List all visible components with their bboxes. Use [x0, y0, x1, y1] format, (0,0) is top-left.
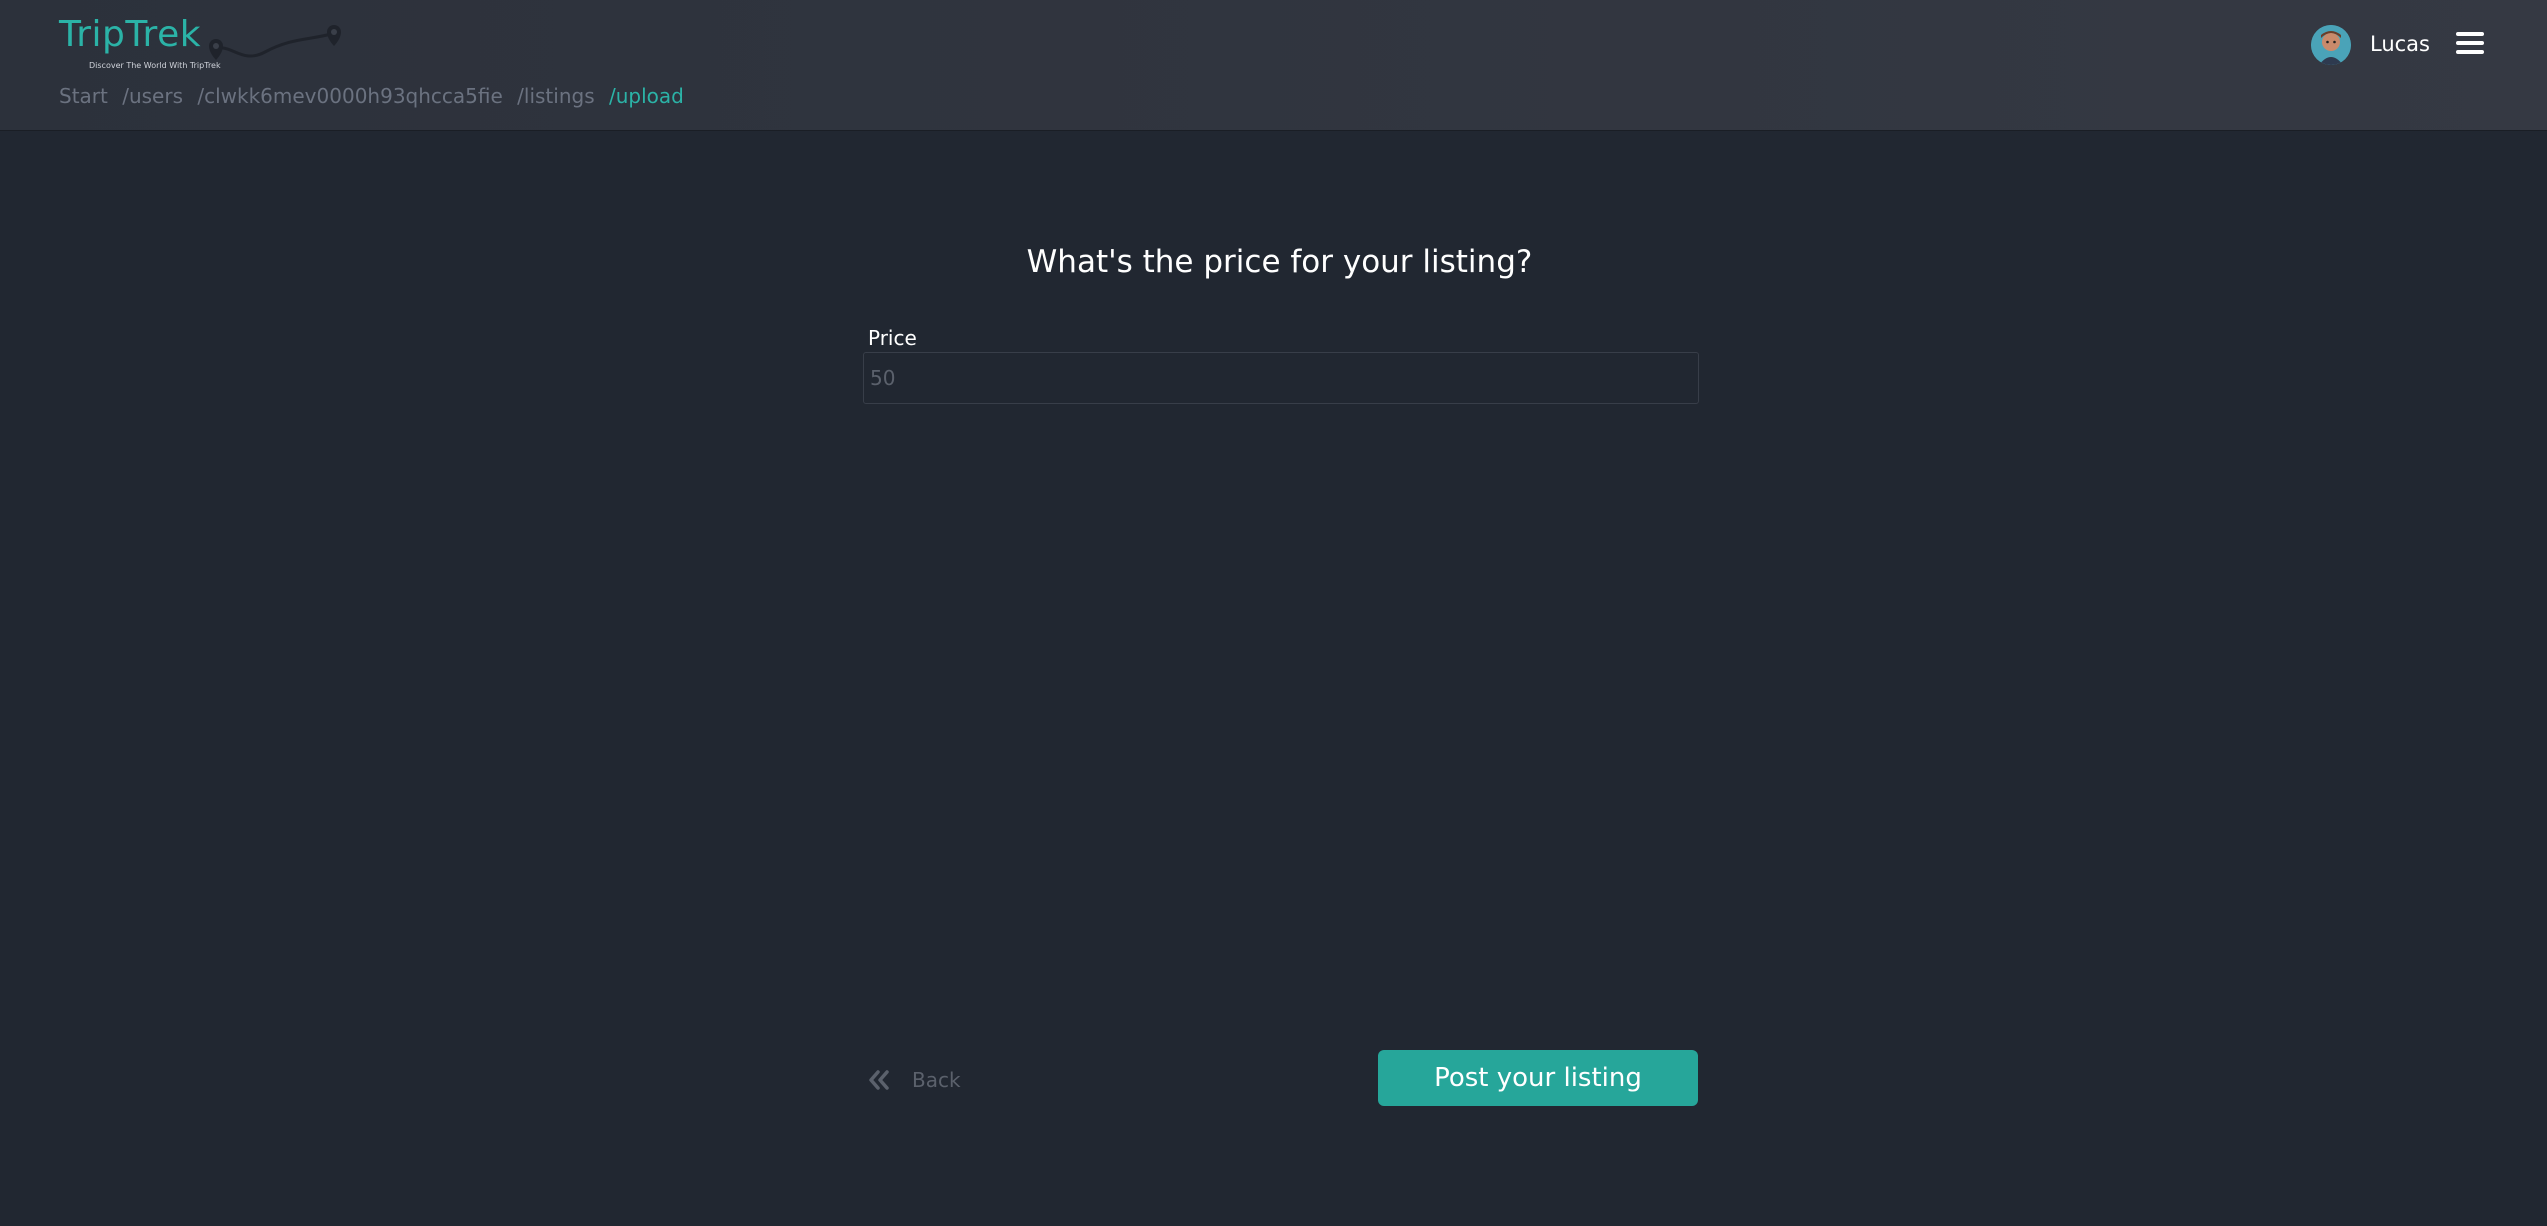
- breadcrumb: Start /users /clwkk6mev0000h93qhcca5fie …: [59, 84, 692, 108]
- app-header: TripTrek Discover The World With TripTre…: [0, 0, 2547, 131]
- breadcrumb-item-listings[interactable]: /listings: [517, 84, 594, 108]
- breadcrumb-item-user-id[interactable]: /clwkk6mev0000h93qhcca5fie: [197, 84, 502, 108]
- route-map-pins-icon: [209, 25, 341, 60]
- price-input[interactable]: [863, 352, 1699, 404]
- logo-name: TripTrek: [59, 14, 202, 55]
- price-label: Price: [868, 326, 917, 350]
- back-button[interactable]: Back: [864, 1060, 961, 1100]
- back-label: Back: [912, 1068, 961, 1092]
- breadcrumb-item-start[interactable]: Start: [59, 84, 108, 108]
- breadcrumb-item-current: /upload: [608, 84, 684, 108]
- breadcrumb-item-users[interactable]: /users: [122, 84, 183, 108]
- double-chevron-left-icon: [869, 1070, 889, 1090]
- page-title: What's the price for your listing?: [1026, 244, 1533, 280]
- hamburger-menu-icon[interactable]: [2456, 32, 2484, 54]
- logo[interactable]: TripTrek Discover The World With TripTre…: [59, 14, 341, 72]
- user-name[interactable]: Lucas: [2370, 32, 2430, 56]
- post-listing-button[interactable]: Post your listing: [1378, 1050, 1698, 1106]
- avatar-icon[interactable]: [2311, 25, 2351, 65]
